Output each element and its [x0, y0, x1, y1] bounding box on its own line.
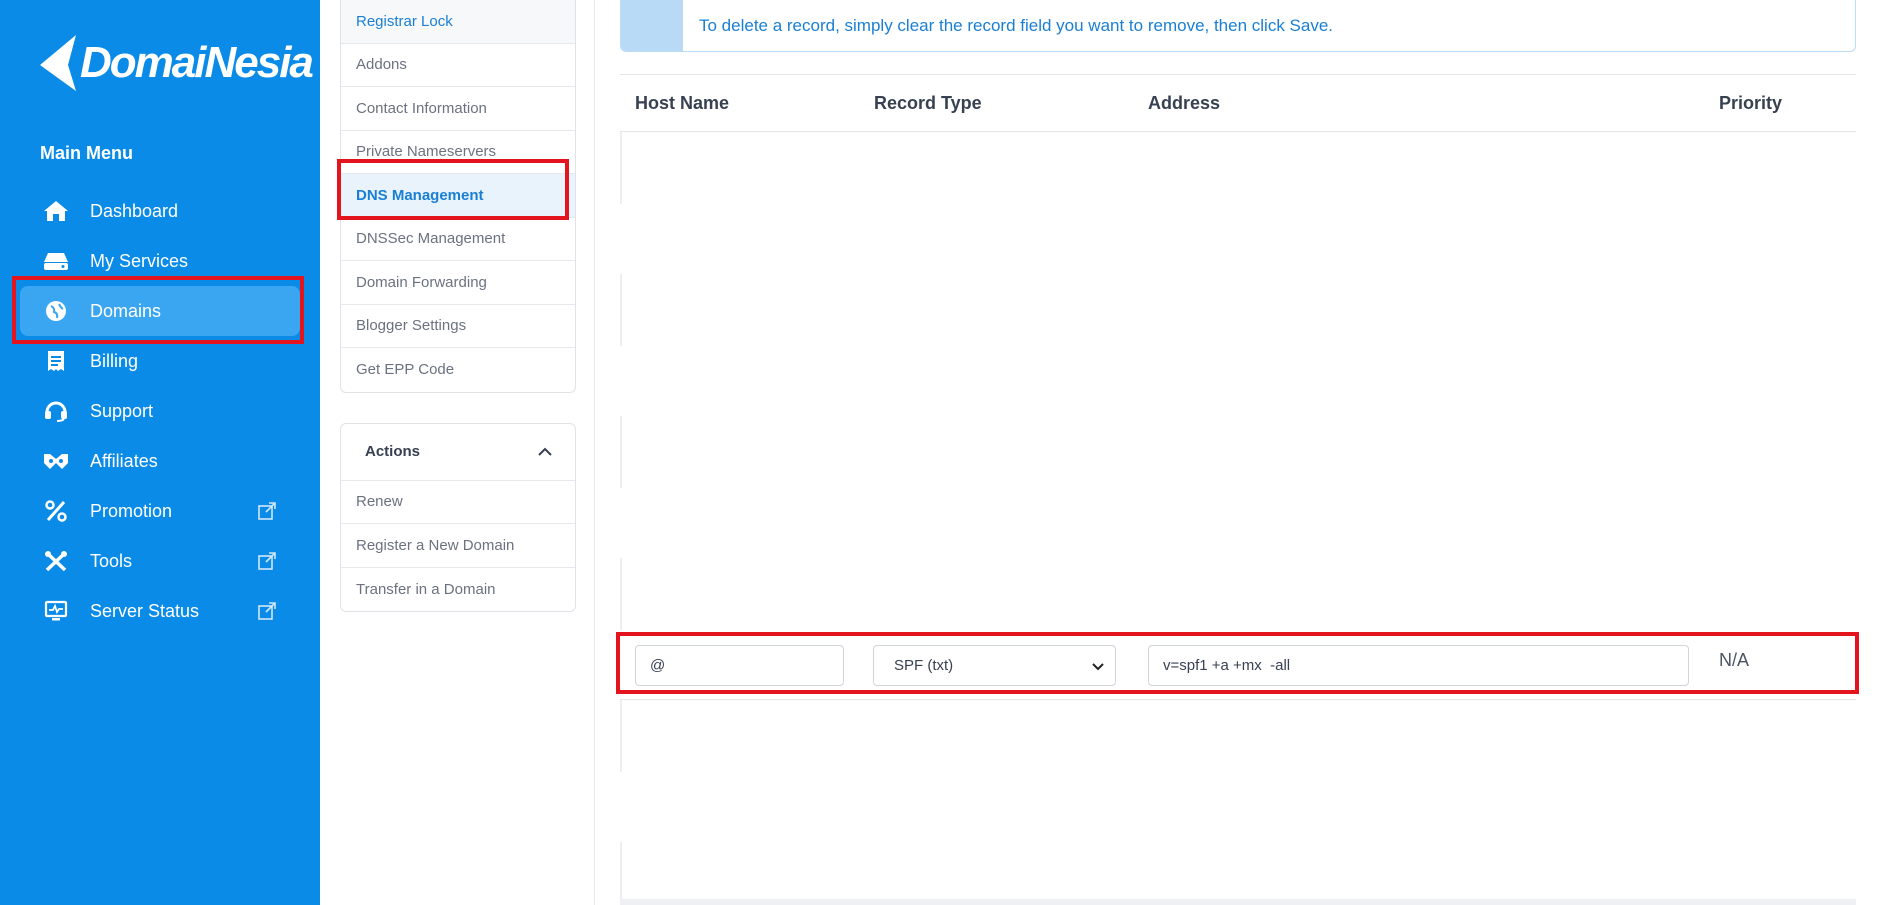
sidebar-item-dashboard[interactable]: Dashboard — [0, 186, 320, 236]
globe-icon — [42, 299, 70, 323]
sidebar-item-label: Domains — [90, 300, 162, 321]
receipt-icon — [42, 349, 70, 373]
col-record-type: Record Type — [874, 93, 982, 113]
record-type-select[interactable]: SPF (txt) — [873, 645, 1116, 686]
row-stub — [620, 700, 622, 772]
priority-value: N/A — [1719, 650, 1750, 670]
sidebar-item-support[interactable]: Support — [0, 386, 320, 436]
home-icon — [42, 199, 70, 223]
row-stub — [620, 558, 622, 630]
chevron-down-icon — [1092, 663, 1104, 671]
col-priority: Priority — [1719, 93, 1783, 113]
server-icon — [42, 249, 70, 273]
brand-name: DomaiNesia — [80, 38, 314, 87]
external-link-icon — [258, 552, 276, 570]
info-alert: To delete a record, simply clear the rec… — [620, 0, 1856, 52]
domain-manage-column: Registrar Lock Addons Contact Informatio… — [340, 0, 576, 612]
sidebar-item-domains[interactable]: Domains — [20, 286, 300, 336]
sidebar-item-my-services[interactable]: My Services — [0, 236, 320, 286]
manage-item-dns-management[interactable]: DNS Management — [341, 174, 575, 218]
sidebar: DomaiNesia Main Menu Dashboard My Servic… — [0, 0, 320, 905]
main-menu: Dashboard My Services Domains Billing Su… — [0, 186, 320, 636]
headset-icon — [42, 399, 70, 423]
sidebar-item-promotion[interactable]: Promotion — [0, 486, 320, 536]
external-link-icon — [258, 502, 276, 520]
sidebar-item-label: Affiliates — [90, 450, 158, 471]
action-transfer-domain[interactable]: Transfer in a Domain — [341, 568, 575, 612]
sidebar-item-label: Billing — [90, 350, 139, 371]
manage-item-get-epp-code[interactable]: Get EPP Code — [341, 348, 575, 392]
manage-menu-card: Registrar Lock Addons Contact Informatio… — [340, 0, 576, 393]
col-address: Address — [1148, 93, 1221, 113]
table-row: SPF (txt) N/A — [620, 630, 1856, 700]
action-register-new-domain[interactable]: Register a New Domain — [341, 524, 575, 568]
actions-card: Actions Renew Register a New Domain Tran… — [340, 422, 576, 612]
alert-accent-bar — [621, 0, 683, 51]
actions-header[interactable]: Actions — [341, 424, 575, 481]
manage-item-registrar-lock[interactable]: Registrar Lock — [341, 0, 575, 44]
percent-icon — [42, 499, 70, 523]
main-menu-title: Main Menu — [40, 143, 133, 163]
record-type-value: SPF (txt) — [894, 657, 954, 674]
tools-icon — [42, 549, 70, 573]
host-name-input[interactable] — [635, 645, 844, 686]
monitor-icon — [42, 599, 70, 623]
row-stub — [620, 132, 622, 204]
app-root: DomaiNesia Main Menu Dashboard My Servic… — [0, 0, 1895, 905]
table-footer-line — [620, 899, 1856, 905]
col-host-name: Host Name — [635, 93, 730, 113]
dns-management-panel: To delete a record, simply clear the rec… — [620, 0, 1856, 905]
brand-logo[interactable]: DomaiNesia — [40, 28, 314, 98]
sidebar-item-label: Dashboard — [90, 200, 179, 221]
sidebar-item-label: Promotion — [90, 500, 173, 521]
manage-item-domain-forwarding[interactable]: Domain Forwarding — [341, 261, 575, 305]
manage-item-contact-information[interactable]: Contact Information — [341, 87, 575, 131]
sidebar-item-label: Support — [90, 400, 154, 421]
actions-title: Actions — [365, 443, 421, 460]
row-stub — [620, 416, 622, 488]
action-renew[interactable]: Renew — [341, 481, 575, 524]
external-link-icon — [258, 602, 276, 620]
manage-item-dnssec-management[interactable]: DNSSec Management — [341, 218, 575, 261]
sidebar-item-server-status[interactable]: Server Status — [0, 586, 320, 636]
sidebar-item-billing[interactable]: Billing — [0, 336, 320, 386]
alert-text: To delete a record, simply clear the rec… — [699, 15, 1334, 35]
handshake-icon — [42, 449, 70, 473]
sidebar-item-affiliates[interactable]: Affiliates — [0, 436, 320, 486]
manage-item-addons[interactable]: Addons — [341, 44, 575, 87]
sidebar-item-tools[interactable]: Tools — [0, 536, 320, 586]
manage-item-blogger-settings[interactable]: Blogger Settings — [341, 305, 575, 348]
address-input[interactable] — [1148, 645, 1689, 686]
table-header: Host Name Record Type Address Priority — [620, 74, 1856, 132]
sidebar-item-label: Tools — [90, 550, 133, 571]
sidebar-item-label: Server Status — [90, 600, 200, 621]
manage-item-private-nameservers[interactable]: Private Nameservers — [341, 131, 575, 174]
row-stub — [620, 274, 622, 346]
chevron-up-icon — [538, 447, 552, 456]
sidebar-item-label: My Services — [90, 250, 189, 271]
logo-mark-icon — [40, 35, 76, 91]
column-divider — [594, 0, 595, 905]
row-stub — [620, 842, 622, 905]
